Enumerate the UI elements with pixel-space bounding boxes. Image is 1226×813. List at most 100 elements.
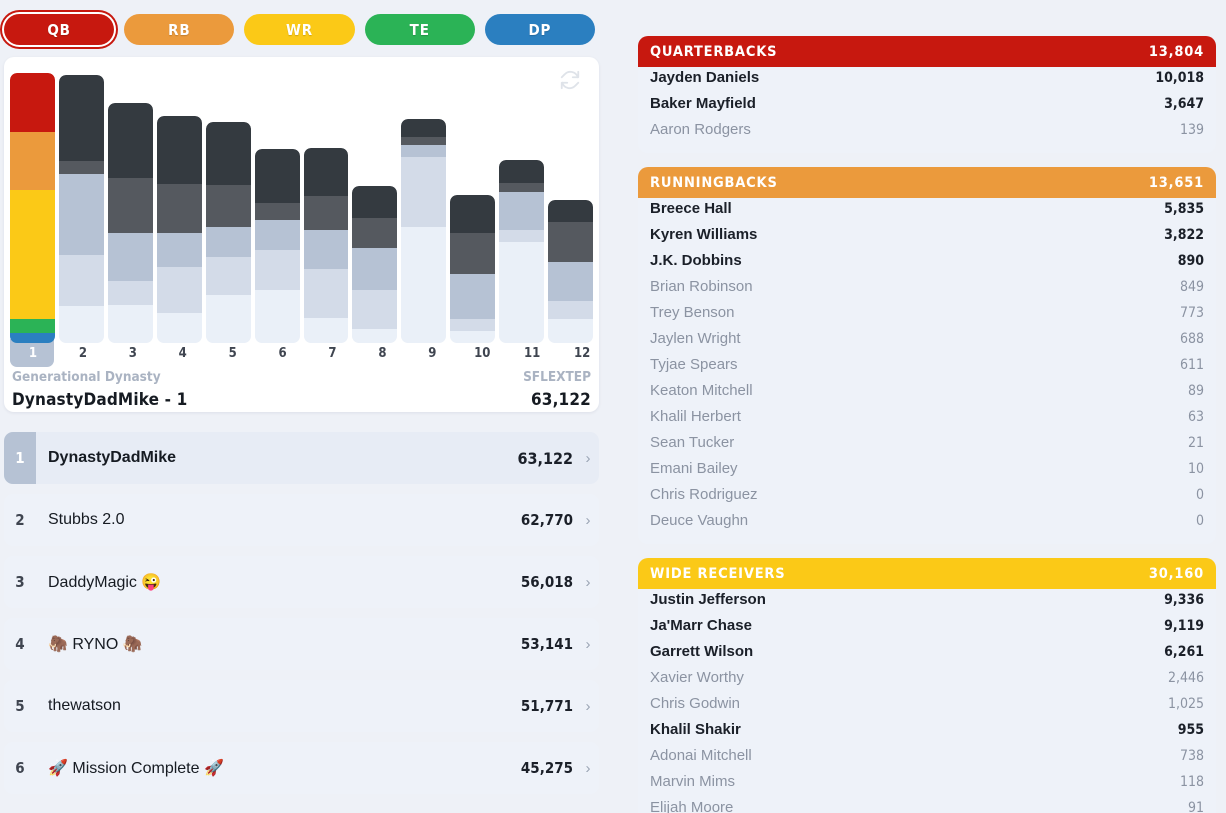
chevron-right-icon[interactable]: › [577,512,599,529]
bar-segment-wr [499,191,545,230]
standings-row[interactable]: 3 DaddyMagic 😜 56,018 › [4,556,599,608]
player-row[interactable]: Garrett Wilson 6,261 [650,643,1204,669]
x-tick-3[interactable]: 3 [110,343,156,365]
selected-team-label: DynastyDadMike - 1 [12,390,188,410]
player-row[interactable]: Baker Mayfield 3,647 [650,95,1204,121]
standings-row[interactable]: 6 🚀 Mission Complete 🚀 45,275 › [4,742,599,794]
x-tick-2[interactable]: 2 [60,343,106,365]
player-name: Ja'Marr Chase [650,617,752,634]
player-name: Garrett Wilson [650,643,754,660]
standings-row[interactable]: 5 thewatson 51,771 › [4,680,599,732]
bar-column[interactable] [254,73,300,343]
player-name: Marvin Mims [650,773,735,790]
bar-segment-wr [401,144,447,157]
position-group-title: WIDE RECEIVERS [650,565,786,582]
bar-segment-qb [548,199,594,222]
x-tick-7[interactable]: 7 [310,343,356,365]
bar-column[interactable] [58,73,104,343]
player-row[interactable]: Trey Benson 773 [650,304,1204,330]
bar-segment-qb [401,118,447,137]
player-list: Jayden Daniels 10,018 Baker Mayfield 3,647 A… [638,67,1216,153]
tab-qb[interactable]: QB [4,14,115,45]
tab-dp[interactable]: DP [484,14,596,45]
x-tick-4[interactable]: 4 [160,343,206,365]
player-row[interactable]: Kyren Williams 3,822 [650,226,1204,252]
x-tick-12[interactable]: 12 [559,343,605,365]
player-row[interactable]: Adonai Mitchell 738 [650,747,1204,773]
standings-row[interactable]: 4 🦣 RYNO 🦣 53,141 › [4,618,599,670]
bar-column[interactable] [499,73,545,343]
bar-segment-dp [254,290,300,343]
player-row[interactable]: Deuce Vaughn 0 [650,512,1204,538]
bar-segment-te [401,156,447,228]
bar-segment-wr [548,261,594,302]
bar-segment-wr [303,229,349,270]
tab-rb[interactable]: RB [124,14,235,45]
bar-column[interactable] [205,73,251,343]
player-points: 9,119 [1164,618,1204,634]
player-list: Breece Hall 5,835 Kyren Williams 3,822 J.K. … [638,198,1216,544]
bar-column[interactable] [401,73,447,343]
tab-te[interactable]: TE [364,14,475,45]
bar-segment-dp [58,305,104,343]
bar-column[interactable] [303,73,349,343]
player-points: 10 [1187,461,1204,477]
x-tick-10[interactable]: 10 [459,343,505,365]
player-row[interactable]: Khalil Shakir 955 [650,721,1204,747]
player-row[interactable]: Khalil Herbert 63 [650,408,1204,434]
player-name: Adonai Mitchell [650,747,752,764]
player-row[interactable]: Emani Bailey 10 [650,460,1204,486]
player-row[interactable]: Jayden Daniels 10,018 [650,69,1204,95]
player-points: 0 [1195,487,1204,503]
bar-column[interactable] [107,73,153,343]
bar-segment-qb [450,195,496,233]
x-tick-11[interactable]: 11 [509,343,555,365]
player-row[interactable]: Marvin Mims 118 [650,773,1204,799]
player-row[interactable]: Chris Rodriguez 0 [650,486,1204,512]
chevron-right-icon[interactable]: › [577,760,599,777]
selected-team-score: 63,122 [530,390,591,410]
player-row[interactable]: Justin Jefferson 9,336 [650,591,1204,617]
bar-column[interactable] [450,73,496,343]
chevron-right-icon[interactable]: › [577,574,599,591]
player-row[interactable]: Chris Godwin 1,025 [650,695,1204,721]
tab-wr[interactable]: WR [244,14,355,45]
player-name: Khalil Shakir [650,721,741,738]
player-row[interactable]: Sean Tucker 21 [650,434,1204,460]
x-tick-8[interactable]: 8 [359,343,405,365]
player-row[interactable]: Elijah Moore 91 [650,799,1204,813]
player-row[interactable]: Xavier Worthy 2,446 [650,669,1204,695]
player-points: 63 [1187,409,1204,425]
bar-column[interactable] [548,73,594,343]
player-row[interactable]: Tyjae Spears 611 [650,356,1204,382]
team-name: DynastyDadMike [48,449,177,466]
x-tick-1[interactable]: 1 [10,343,56,365]
standings-row[interactable]: 1 DynastyDadMike 63,122 › [4,432,599,484]
player-row[interactable]: Keaton Mitchell 89 [650,382,1204,408]
bar-column[interactable] [10,73,55,343]
player-row[interactable]: Ja'Marr Chase 9,119 [650,617,1204,643]
team-name: thewatson [48,697,121,714]
bar-segment-te [548,301,594,320]
chevron-right-icon[interactable]: › [577,450,599,467]
player-row[interactable]: Jaylen Wright 688 [650,330,1204,356]
x-tick-5[interactable]: 5 [210,343,256,365]
player-row[interactable]: Brian Robinson 849 [650,278,1204,304]
chevron-right-icon[interactable]: › [577,698,599,715]
bar-segment-rb [107,177,153,234]
standings-row[interactable]: 2 Stubbs 2.0 62,770 › [4,494,599,546]
bar-segment-rb [450,232,496,274]
player-row[interactable]: Aaron Rodgers 139 [650,121,1204,147]
position-group-title: RUNNINGBACKS [650,174,778,191]
bar-column[interactable] [352,73,398,343]
bar-segment-te [10,319,55,333]
bar-column[interactable] [156,73,202,343]
player-row[interactable]: J.K. Dobbins 890 [650,252,1204,278]
x-tick-9[interactable]: 9 [409,343,455,365]
standings-list: 1 DynastyDadMike 63,122 › 2 Stubbs 2.0 62,770 ›… [4,432,599,794]
bar-segment-dp [205,294,251,343]
chevron-right-icon[interactable]: › [577,636,599,653]
player-points: 91 [1187,800,1204,813]
x-tick-6[interactable]: 6 [260,343,306,365]
player-row[interactable]: Breece Hall 5,835 [650,200,1204,226]
